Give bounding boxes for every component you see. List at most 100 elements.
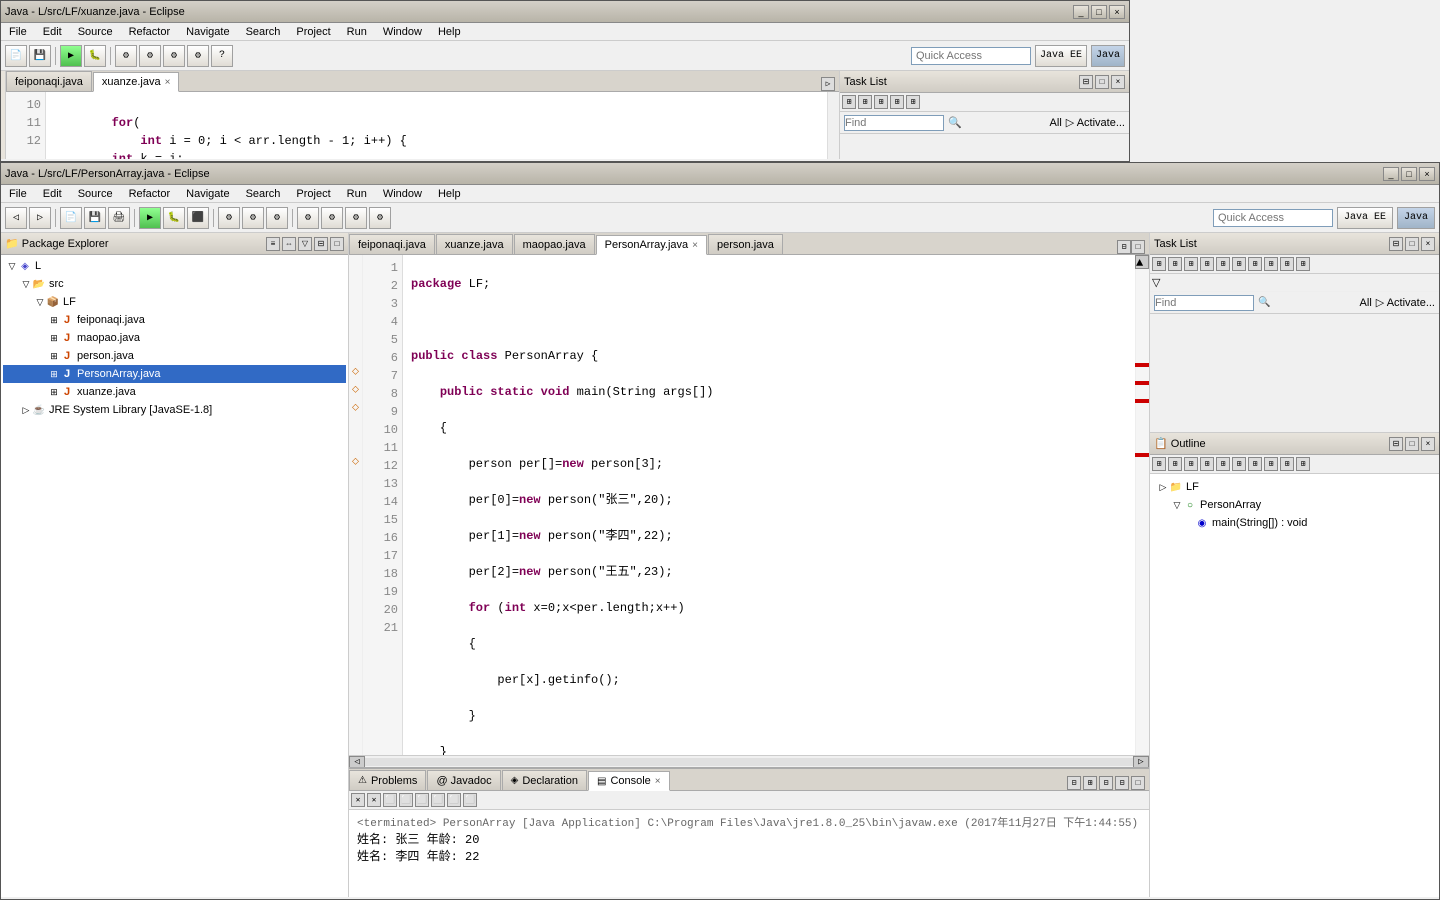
- task-tb2[interactable]: ⊞: [1168, 257, 1182, 271]
- top-tb-new[interactable]: 📄: [5, 45, 27, 67]
- top-tab-feiponaqi[interactable]: feiponaqi.java: [6, 71, 92, 91]
- h-scrollbar[interactable]: ◁ ▷: [349, 755, 1149, 767]
- top-maximize-btn[interactable]: □: [1091, 5, 1107, 19]
- console-tb3[interactable]: ⬜: [383, 793, 397, 807]
- expand-PersonArray[interactable]: ⊞: [49, 369, 59, 380]
- top-tb-btn4[interactable]: ⚙: [139, 45, 161, 67]
- top-tb-btn3[interactable]: ⚙: [115, 45, 137, 67]
- top-task-ctrl3[interactable]: ×: [1111, 75, 1125, 89]
- main-menu-edit[interactable]: Edit: [39, 188, 66, 200]
- main-perspective-javaee[interactable]: Java EE: [1337, 207, 1393, 229]
- console-ctrl1[interactable]: ⊟: [1067, 776, 1081, 790]
- pkg-menu[interactable]: ▽: [298, 237, 312, 251]
- outline-maximize[interactable]: □: [1405, 437, 1419, 451]
- task-tb8[interactable]: ⊞: [1264, 257, 1278, 271]
- main-maximize-btn[interactable]: □: [1401, 167, 1417, 181]
- top-find-activate[interactable]: ▷ Activate...: [1066, 116, 1125, 129]
- expand-feiponaqi[interactable]: ⊞: [49, 315, 59, 326]
- top-code-lines[interactable]: for( int i = 0; i < arr.length - 1; i++)…: [46, 92, 827, 159]
- top-perspective-javaee[interactable]: Java EE: [1035, 45, 1087, 67]
- outline-tb6[interactable]: ⊞: [1232, 457, 1246, 471]
- bottom-tab-javadoc[interactable]: @ Javadoc: [427, 770, 500, 790]
- outline-tb7[interactable]: ⊞: [1248, 457, 1262, 471]
- expand-jre[interactable]: ▷: [21, 405, 31, 416]
- outline-item-LF[interactable]: ▷ 📁 LF: [1154, 478, 1435, 496]
- console-minimize[interactable]: ⊟: [1115, 776, 1129, 790]
- main-tb-save[interactable]: 💾: [84, 207, 106, 229]
- task-tb4[interactable]: ⊞: [1200, 257, 1214, 271]
- outline-tb4[interactable]: ⊞: [1200, 457, 1214, 471]
- main-tb-new[interactable]: 📄: [60, 207, 82, 229]
- outline-item-main[interactable]: ◉ main(String[]) : void: [1154, 514, 1435, 532]
- tree-item-L[interactable]: ▽ ◈ L: [3, 257, 346, 275]
- outline-tb3[interactable]: ⊞: [1184, 457, 1198, 471]
- expand-maopao[interactable]: ⊞: [49, 333, 59, 344]
- outline-tb9[interactable]: ⊞: [1280, 457, 1294, 471]
- bottom-tab-console-close[interactable]: ×: [655, 776, 661, 787]
- main-menu-file[interactable]: File: [5, 188, 31, 200]
- task-tb6[interactable]: ⊞: [1232, 257, 1246, 271]
- outline-tb5[interactable]: ⊞: [1216, 457, 1230, 471]
- top-menu-project[interactable]: Project: [292, 26, 334, 38]
- console-tb4[interactable]: ⬜: [399, 793, 413, 807]
- main-close-btn[interactable]: ×: [1419, 167, 1435, 181]
- tree-item-maopao[interactable]: ⊞ J maopao.java: [3, 329, 346, 347]
- top-tb-debug[interactable]: 🐛: [84, 45, 106, 67]
- expand-person[interactable]: ⊞: [49, 351, 59, 362]
- outline-tb8[interactable]: ⊞: [1264, 457, 1278, 471]
- main-find-all[interactable]: All: [1360, 297, 1372, 309]
- top-tb-btn6[interactable]: ⚙: [187, 45, 209, 67]
- top-tb-btn5[interactable]: ⚙: [163, 45, 185, 67]
- main-menu-source[interactable]: Source: [74, 188, 117, 200]
- outline-item-PersonArray-class[interactable]: ▽ ○ PersonArray: [1154, 496, 1435, 514]
- main-tb-fwd[interactable]: ▷: [29, 207, 51, 229]
- pkg-link-editor[interactable]: ⇔: [282, 237, 296, 251]
- top-scrollbar[interactable]: [827, 92, 839, 159]
- console-tb8[interactable]: ⬜: [463, 793, 477, 807]
- main-tb-debug[interactable]: 🐛: [163, 207, 185, 229]
- top-find-input[interactable]: [844, 115, 944, 131]
- outline-tb1[interactable]: ⊞: [1152, 457, 1166, 471]
- top-task-tb2[interactable]: ⊞: [858, 95, 872, 109]
- tree-item-src[interactable]: ▽ 📂 src: [3, 275, 346, 293]
- task-tb9[interactable]: ⊞: [1280, 257, 1294, 271]
- main-tb-btn4[interactable]: ⚙: [242, 207, 264, 229]
- top-task-tb1[interactable]: ⊞: [842, 95, 856, 109]
- tree-item-LF[interactable]: ▽ 📦 LF: [3, 293, 346, 311]
- task-tb3[interactable]: ⊞: [1184, 257, 1198, 271]
- top-find-all[interactable]: All: [1050, 117, 1062, 129]
- top-find-icon[interactable]: 🔍: [948, 116, 962, 129]
- top-quick-access-input[interactable]: [911, 47, 1031, 65]
- console-tb7[interactable]: ⬜: [447, 793, 461, 807]
- main-menu-run[interactable]: Run: [343, 188, 371, 200]
- outline-minimize[interactable]: ⊟: [1389, 437, 1403, 451]
- main-tab-person[interactable]: person.java: [708, 234, 783, 254]
- main-editor-wrapper[interactable]: ⬦ ⬦ ⬦ ⬦: [349, 255, 1149, 755]
- top-menu-help[interactable]: Help: [434, 26, 465, 38]
- console-tb2[interactable]: ✕: [367, 793, 381, 807]
- main-tab-xuanze[interactable]: xuanze.java: [436, 234, 513, 254]
- top-menu-navigate[interactable]: Navigate: [182, 26, 233, 38]
- top-task-tb4[interactable]: ⊞: [890, 95, 904, 109]
- top-menu-refactor[interactable]: Refactor: [125, 26, 175, 38]
- main-menu-navigate[interactable]: Navigate: [182, 188, 233, 200]
- task-minimize[interactable]: ⊟: [1389, 237, 1403, 251]
- main-tb-back[interactable]: ◁: [5, 207, 27, 229]
- bottom-tab-problems[interactable]: ⚠ Problems: [349, 770, 426, 790]
- main-minimize-btn[interactable]: _: [1383, 167, 1399, 181]
- outline-expand-PersonArray[interactable]: ▽: [1172, 500, 1182, 511]
- console-ctrl3[interactable]: ⊟: [1099, 776, 1113, 790]
- console-tb6[interactable]: ⬜: [431, 793, 445, 807]
- outline-expand-LF[interactable]: ▷: [1158, 482, 1168, 493]
- main-menu-project[interactable]: Project: [292, 188, 334, 200]
- top-menu-source[interactable]: Source: [74, 26, 117, 38]
- expand-src[interactable]: ▽: [21, 279, 31, 290]
- task-expand-icon[interactable]: ▽: [1152, 276, 1160, 289]
- scroll-track-h[interactable]: [365, 758, 1133, 766]
- main-editor-maximize[interactable]: □: [1131, 240, 1145, 254]
- task-tb7[interactable]: ⊞: [1248, 257, 1262, 271]
- tree-item-feiponaqi[interactable]: ⊞ J feiponaqi.java: [3, 311, 346, 329]
- main-find-search-icon[interactable]: 🔍: [1258, 297, 1270, 308]
- main-tb-btn5[interactable]: ⚙: [266, 207, 288, 229]
- main-tb-print[interactable]: 🖨: [108, 207, 130, 229]
